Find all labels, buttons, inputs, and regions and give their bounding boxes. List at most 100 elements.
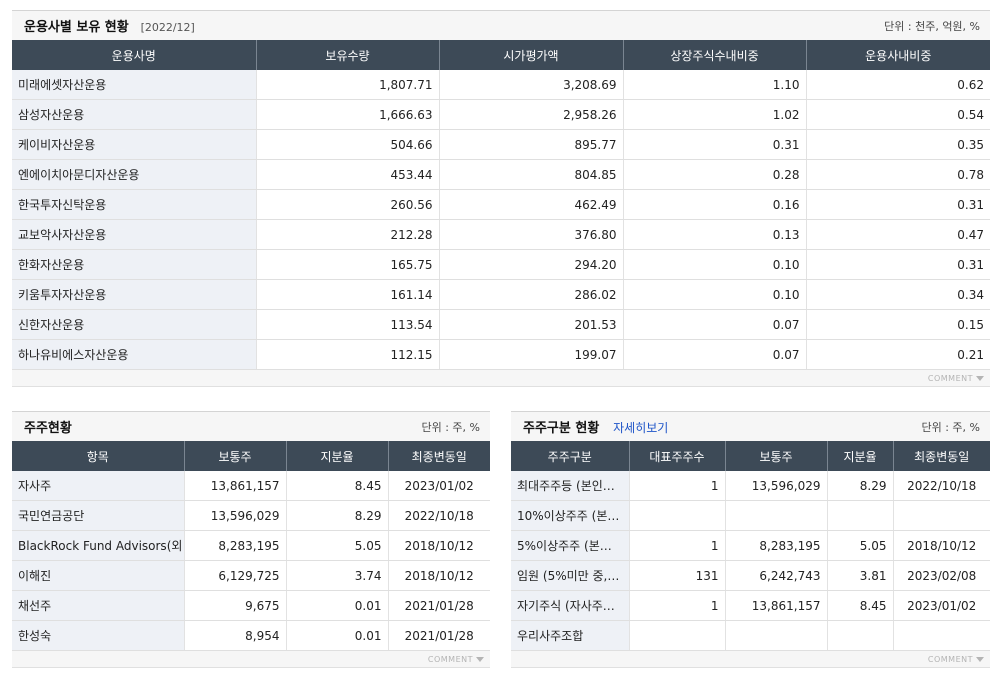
fund-holdings-unit: 단위 : 천주, 억원, %	[884, 19, 980, 33]
market-value: 3,208.69	[438, 70, 623, 100]
table-row: 키움투자자산운용 161.14 286.02 0.10 0.34	[12, 279, 990, 310]
table-row: 국민연금공단 13,596,029 8.29 2022/10/18	[12, 500, 490, 531]
holding-qty: 212.28	[255, 219, 439, 250]
comment-toggle[interactable]: COMMENT	[928, 374, 984, 383]
fund-ratio: 0.54	[805, 99, 990, 130]
holder-category: 임원 (5%미만 중, 임원인 자)	[511, 560, 629, 591]
col-header: 운용사내비중	[805, 40, 990, 70]
col-header: 운용사명	[12, 40, 256, 70]
fund-ratio: 0.35	[805, 129, 990, 160]
fund-holdings-header: 운용사별 보유 현황 [2022/12] 단위 : 천주, 억원, %	[12, 10, 990, 40]
table-row: 삼성자산운용 1,666.63 2,958.26 1.02 0.54	[12, 99, 990, 130]
market-value: 804.85	[438, 159, 623, 190]
share-ratio: 3.81	[826, 560, 893, 591]
fund-ratio: 0.31	[805, 249, 990, 280]
comment-label: COMMENT	[927, 373, 973, 383]
listed-ratio: 1.02	[622, 99, 806, 130]
comment-toggle[interactable]: COMMENT	[928, 655, 984, 664]
market-value: 376.80	[438, 219, 623, 250]
holder-name: 한성숙	[12, 620, 184, 651]
holding-qty: 161.14	[255, 279, 439, 310]
col-header: 지분율	[826, 441, 893, 471]
market-value: 895.77	[438, 129, 623, 160]
market-value: 201.53	[438, 309, 623, 340]
col-header: 지분율	[285, 441, 388, 471]
fund-ratio: 0.78	[805, 159, 990, 190]
fund-holdings-header-row: 운용사명 보유수량 시가평가액 상장주식수내비중 운용사내비중	[12, 40, 990, 70]
shareholders-title: 주주현황	[24, 421, 72, 436]
share-ratio: 0.01	[285, 590, 388, 621]
holder-category: 자기주식 (자사주+자사주신탁)	[511, 590, 629, 621]
common-shares: 8,954	[183, 620, 286, 651]
table-row: 미래에셋자산운용 1,807.71 3,208.69 1.10 0.62	[12, 70, 990, 100]
last-change-date	[892, 620, 990, 651]
comment-label: COMMENT	[427, 654, 473, 664]
holder-count: 131	[628, 560, 725, 591]
common-shares: 9,675	[183, 590, 286, 621]
holder-name: BlackRock Fund Advisors(외 13인)	[12, 530, 184, 561]
table-row: 신한자산운용 113.54 201.53 0.07 0.15	[12, 309, 990, 340]
holder-count: 1	[628, 590, 725, 621]
last-change-date: 2021/01/28	[387, 590, 490, 621]
holding-qty: 165.75	[255, 249, 439, 280]
chevron-down-icon	[976, 656, 984, 662]
holder-category: 최대주주등 (본인+특수관계인)	[511, 471, 629, 501]
table-row: 최대주주등 (본인+특수관계인)113,596,0298.292022/10/1…	[511, 471, 990, 501]
common-shares: 13,861,157	[724, 590, 827, 621]
market-value: 199.07	[438, 339, 623, 370]
chevron-down-icon	[976, 375, 984, 381]
fund-name: 케이비자산운용	[12, 129, 256, 160]
holder-count: 1	[628, 530, 725, 561]
col-header: 시가평가액	[438, 40, 623, 70]
fund-ratio: 0.31	[805, 189, 990, 220]
fund-holdings-title: 운용사별 보유 현황	[24, 20, 129, 35]
table-row: 채선주 9,675 0.01 2021/01/28	[12, 590, 490, 621]
listed-ratio: 0.13	[622, 219, 806, 250]
fund-holdings-table: 운용사명 보유수량 시가평가액 상장주식수내비중 운용사내비중 미래에셋자산운용…	[12, 40, 990, 370]
table-row: BlackRock Fund Advisors(외 13인)8,283,1955…	[12, 530, 490, 561]
holding-qty: 260.56	[255, 189, 439, 220]
last-change-date: 2023/01/02	[892, 590, 990, 621]
fund-name: 미래에셋자산운용	[12, 70, 256, 100]
classification-unit: 단위 : 주, %	[921, 420, 980, 434]
fund-ratio: 0.47	[805, 219, 990, 250]
table-row: 하나유비에스자산운용 112.15 199.07 0.07 0.21	[12, 339, 990, 370]
market-value: 462.49	[438, 189, 623, 220]
holder-name: 채선주	[12, 590, 184, 621]
col-header: 최종변동일	[892, 441, 990, 471]
classification-table: 주주구분 대표주주수 보통주 지분율 최종변동일 최대주주등 (본인+특수관계인…	[511, 441, 990, 651]
classification-panel: 주주구분 현황 자세히보기 단위 : 주, % 주주구분 대표주주수 보통주 지…	[511, 411, 990, 668]
listed-ratio: 0.31	[622, 129, 806, 160]
share-ratio: 8.29	[285, 500, 388, 531]
table-row: 10%이상주주 (본인)	[511, 500, 990, 531]
holder-category: 5%이상주주 (본인+특수관계인)	[511, 530, 629, 561]
table-row: 임원 (5%미만 중, 임원인 자)1316,242,7433.812023/0…	[511, 560, 990, 591]
table-row: 교보악사자산운용 212.28 376.80 0.13 0.47	[12, 219, 990, 250]
fund-ratio: 0.15	[805, 309, 990, 340]
classification-footer: COMMENT	[511, 651, 990, 668]
holder-count	[628, 500, 725, 531]
shareholders-panel: 주주현황 단위 : 주, % 항목 보통주 지분율 최종변동일 자사주 13,86…	[12, 411, 490, 668]
table-row: 자기주식 (자사주+자사주신탁)113,861,1578.452023/01/0…	[511, 590, 990, 621]
view-details-link[interactable]: 자세히보기	[613, 421, 668, 435]
holding-qty: 504.66	[255, 129, 439, 160]
last-change-date: 2023/01/02	[387, 471, 490, 501]
share-ratio: 8.45	[285, 471, 388, 501]
table-row: 한국투자신탁운용 260.56 462.49 0.16 0.31	[12, 189, 990, 220]
table-row: 한성숙 8,954 0.01 2021/01/28	[12, 620, 490, 651]
last-change-date: 2022/10/18	[892, 471, 990, 501]
holder-category: 우리사주조합	[511, 620, 629, 651]
holder-count: 1	[628, 471, 725, 501]
last-change-date: 2022/10/18	[387, 500, 490, 531]
market-value: 2,958.26	[438, 99, 623, 130]
shareholders-header: 주주현황 단위 : 주, %	[12, 411, 490, 441]
comment-toggle[interactable]: COMMENT	[428, 655, 484, 664]
holding-qty: 113.54	[255, 309, 439, 340]
classification-header-row: 주주구분 대표주주수 보통주 지분율 최종변동일	[511, 441, 990, 471]
classification-title: 주주구분 현황	[523, 421, 600, 436]
holder-name: 국민연금공단	[12, 500, 184, 531]
listed-ratio: 0.07	[622, 339, 806, 370]
share-ratio	[826, 500, 893, 531]
table-row: 이해진 6,129,725 3.74 2018/10/12	[12, 560, 490, 591]
holding-qty: 453.44	[255, 159, 439, 190]
